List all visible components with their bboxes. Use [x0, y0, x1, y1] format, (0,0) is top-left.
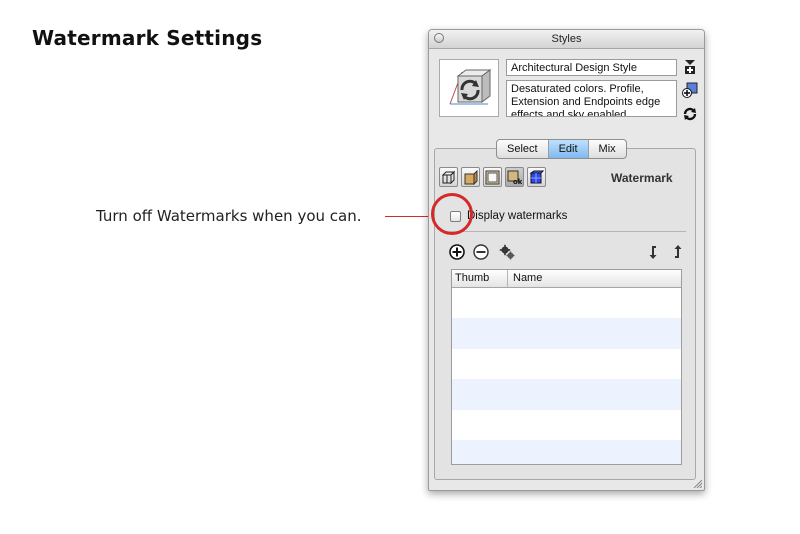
style-name-field[interactable]: Architectural Design Style [506, 59, 677, 76]
watermark-table[interactable]: Thumb Name [451, 269, 682, 465]
edit-settings-toolbar: ok [439, 167, 546, 187]
callout-text: Turn off Watermarks when you can. [96, 207, 362, 225]
callout-ring [431, 193, 473, 235]
slide-title: Watermark Settings [32, 26, 263, 50]
table-header: Thumb Name [452, 270, 681, 288]
resize-grip-icon[interactable] [692, 478, 702, 488]
table-row [452, 439, 681, 464]
table-row [452, 410, 681, 440]
table-row [452, 318, 681, 349]
column-header-thumb[interactable]: Thumb [452, 270, 508, 287]
update-style-icon[interactable] [682, 106, 698, 122]
tab-mix[interactable]: Mix [589, 140, 626, 158]
table-row [452, 349, 681, 379]
section-label: Watermark [611, 171, 673, 185]
table-row [452, 288, 681, 318]
window-title: Styles [551, 33, 582, 45]
remove-watermark-icon[interactable] [473, 244, 489, 260]
divider [442, 231, 686, 232]
create-style-icon[interactable] [682, 82, 698, 98]
style-thumbnail[interactable] [439, 59, 499, 117]
svg-text:ok: ok [513, 178, 522, 185]
column-header-name[interactable]: Name [508, 270, 542, 287]
edge-settings-icon[interactable] [439, 167, 458, 187]
background-settings-icon[interactable] [483, 167, 502, 187]
styles-window: Styles Architectural Design Style Desatu… [428, 29, 705, 491]
edit-watermark-settings-icon[interactable] [499, 244, 515, 260]
modeling-settings-icon[interactable] [527, 167, 546, 187]
style-tabs: Select Edit Mix [496, 139, 627, 159]
add-watermark-icon[interactable] [449, 244, 465, 260]
close-button[interactable] [434, 33, 444, 43]
details-dropdown-icon[interactable] [682, 58, 698, 74]
titlebar: Styles [429, 30, 704, 49]
move-up-icon[interactable] [669, 244, 685, 260]
tab-select[interactable]: Select [497, 140, 549, 158]
tab-edit[interactable]: Edit [548, 140, 589, 158]
style-description-field[interactable]: Desaturated colors. Profile, Extension a… [506, 80, 677, 117]
move-down-icon[interactable] [646, 244, 662, 260]
watermark-settings-icon[interactable]: ok [505, 167, 524, 187]
table-row [452, 379, 681, 410]
display-watermarks-label: Display watermarks [467, 210, 568, 222]
style-preview-icon [449, 69, 492, 105]
face-settings-icon[interactable] [461, 167, 480, 187]
